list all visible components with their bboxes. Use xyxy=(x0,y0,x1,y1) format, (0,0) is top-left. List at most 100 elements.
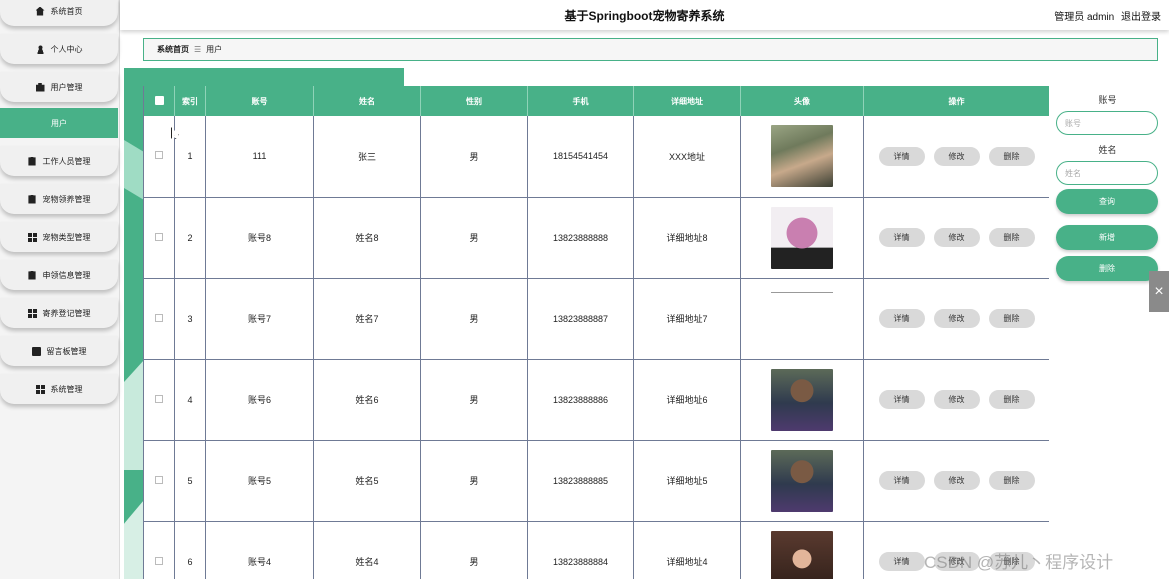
sidebar-item-foster-registration[interactable]: 寄养登记管理 xyxy=(0,298,118,328)
edit-button[interactable]: 修改 xyxy=(933,471,980,490)
cell-address: 详细地址8 xyxy=(633,197,741,279)
select-all-cell[interactable] xyxy=(143,86,175,116)
avatar xyxy=(771,368,833,431)
cell-gender: 男 xyxy=(420,197,528,279)
column-header-actions: 操作 xyxy=(863,86,1049,116)
menu-icon: ☰ xyxy=(194,45,202,54)
avatar xyxy=(771,206,833,269)
edit-button[interactable]: 修改 xyxy=(933,309,980,328)
cell-index: 6 xyxy=(174,521,206,579)
delete-button[interactable]: 删除 xyxy=(988,309,1035,328)
cell-name: 姓名6 xyxy=(313,359,421,441)
sidebar-subitem-user[interactable]: 用户 xyxy=(0,108,118,138)
sidebar-item-label: 留言板管理 xyxy=(46,346,87,356)
grid-icon xyxy=(35,384,45,394)
sidebar-item-label: 个人中心 xyxy=(50,44,83,54)
column-header-name: 姓名 xyxy=(313,86,421,116)
cell-address: XXX地址 xyxy=(633,116,741,198)
edit-button[interactable]: 修改 xyxy=(933,390,980,409)
home-icon xyxy=(35,6,45,16)
select-all-checkbox[interactable] xyxy=(154,95,164,105)
current-user: 管理员 admin xyxy=(1054,12,1115,23)
cell-account: 111 xyxy=(205,116,314,198)
cell-index: 1 xyxy=(174,116,206,198)
row-checkbox[interactable] xyxy=(155,394,163,403)
sidebar-item-system-management[interactable]: 系统管理 xyxy=(0,374,118,404)
sidebar-item-pet-adoption[interactable]: 宠物领养管理 xyxy=(0,184,118,214)
delete-button[interactable]: 删除 xyxy=(988,228,1035,247)
page-title: 基于Springboot宠物寄养系统 xyxy=(564,9,725,23)
edit-button[interactable]: 修改 xyxy=(933,228,980,247)
cell-gender: 男 xyxy=(420,278,528,360)
detail-button[interactable]: 详情 xyxy=(878,552,925,571)
row-checkbox[interactable] xyxy=(155,151,163,160)
sidebar-item-label: 宠物领养管理 xyxy=(42,194,91,204)
cell-name: 张三 xyxy=(313,116,421,198)
sidebar: 系统首页 个人中心 用户管理 用户 工作人员管理 宠物领养管理 宠物类型管理 申… xyxy=(0,0,120,579)
sidebar-item-staff-management[interactable]: 工作人员管理 xyxy=(0,146,118,176)
cell-address: 详细地址5 xyxy=(633,440,741,522)
edit-button[interactable]: 修改 xyxy=(933,146,980,166)
clipboard-icon xyxy=(28,194,36,204)
cell-address: 详细地址4 xyxy=(633,521,741,579)
row-checkbox[interactable] xyxy=(155,313,163,322)
cell-name: 姓名4 xyxy=(313,521,421,579)
sidebar-item-claim-info[interactable]: 申领信息管理 xyxy=(0,260,118,290)
clipboard-icon xyxy=(28,156,36,166)
row-checkbox[interactable] xyxy=(155,475,163,484)
account-search-input[interactable] xyxy=(1056,111,1158,135)
sidebar-item-label: 寄养登记管理 xyxy=(42,308,91,318)
user-icon xyxy=(35,44,45,54)
sidebar-item-message-board[interactable]: 留言板管理 xyxy=(0,336,118,366)
sidebar-item-label: 系统首页 xyxy=(50,6,83,16)
table-row: 5 账号5 姓名5 男 13823888885 详细地址5 详情 修改 删除 xyxy=(143,440,1049,522)
sidebar-item-home[interactable]: 系统首页 xyxy=(0,0,118,26)
cell-address: 详细地址6 xyxy=(633,359,741,441)
table-row: 6 账号4 姓名4 男 13823888884 详细地址4 详情 修改 删除 xyxy=(143,521,1049,579)
detail-button[interactable]: 详情 xyxy=(878,146,925,166)
row-checkbox[interactable] xyxy=(155,232,163,241)
column-header-account: 账号 xyxy=(205,86,314,116)
cell-address: 详细地址7 xyxy=(633,278,741,360)
cell-name: 姓名7 xyxy=(313,278,421,360)
sidebar-item-personal-center[interactable]: 个人中心 xyxy=(0,34,118,64)
grid-icon xyxy=(27,232,37,242)
query-button[interactable]: 查询 xyxy=(1056,189,1158,214)
delete-button[interactable]: 删除 xyxy=(988,471,1035,490)
grid-icon xyxy=(27,308,37,318)
name-search-input[interactable] xyxy=(1056,161,1158,185)
breadcrumb-home[interactable]: 系统首页 xyxy=(157,44,189,55)
breadcrumb-current: 用户 xyxy=(206,45,223,54)
cell-name: 姓名8 xyxy=(313,197,421,279)
column-header-phone: 手机 xyxy=(527,86,634,116)
detail-button[interactable]: 详情 xyxy=(878,228,925,247)
delete-button[interactable]: 删除 xyxy=(988,390,1035,409)
cell-account: 账号5 xyxy=(205,440,314,522)
search-panel: 账号 姓名 查询 新增 删除 xyxy=(1056,88,1159,281)
cell-index: 4 xyxy=(174,359,206,441)
sidebar-item-label: 申领信息管理 xyxy=(42,270,91,280)
logout-link[interactable]: 退出登录 xyxy=(1121,12,1161,23)
cell-index: 5 xyxy=(174,440,206,522)
cell-phone: 13823888888 xyxy=(527,197,634,279)
delete-button[interactable]: 删除 xyxy=(988,146,1035,166)
table-row: 3 账号7 姓名7 男 13823888887 详细地址7 详情 修改 删除 xyxy=(143,278,1049,360)
cell-account: 账号7 xyxy=(205,278,314,360)
breadcrumb: 系统首页 ☰ 用户 xyxy=(143,38,1158,61)
sidebar-item-label: 用户管理 xyxy=(50,82,83,92)
cell-gender: 男 xyxy=(420,116,528,198)
avatar xyxy=(771,125,833,188)
batch-delete-button[interactable]: 删除 xyxy=(1056,256,1158,281)
user-table: 索引 账号 姓名 性别 手机 详细地址 头像 操作 1 111 张三 男 181… xyxy=(143,86,1049,579)
sidebar-item-user-management[interactable]: 用户管理 xyxy=(0,72,118,102)
detail-button[interactable]: 详情 xyxy=(878,390,925,409)
row-checkbox[interactable] xyxy=(155,556,163,565)
add-button[interactable]: 新增 xyxy=(1056,225,1158,250)
detail-button[interactable]: 详情 xyxy=(878,471,925,490)
sidebar-item-pet-type[interactable]: 宠物类型管理 xyxy=(0,222,118,252)
avatar xyxy=(771,449,833,512)
detail-button[interactable]: 详情 xyxy=(878,309,925,328)
clipboard-icon xyxy=(28,270,36,280)
avatar xyxy=(771,530,833,579)
close-icon[interactable]: × xyxy=(1149,271,1169,312)
